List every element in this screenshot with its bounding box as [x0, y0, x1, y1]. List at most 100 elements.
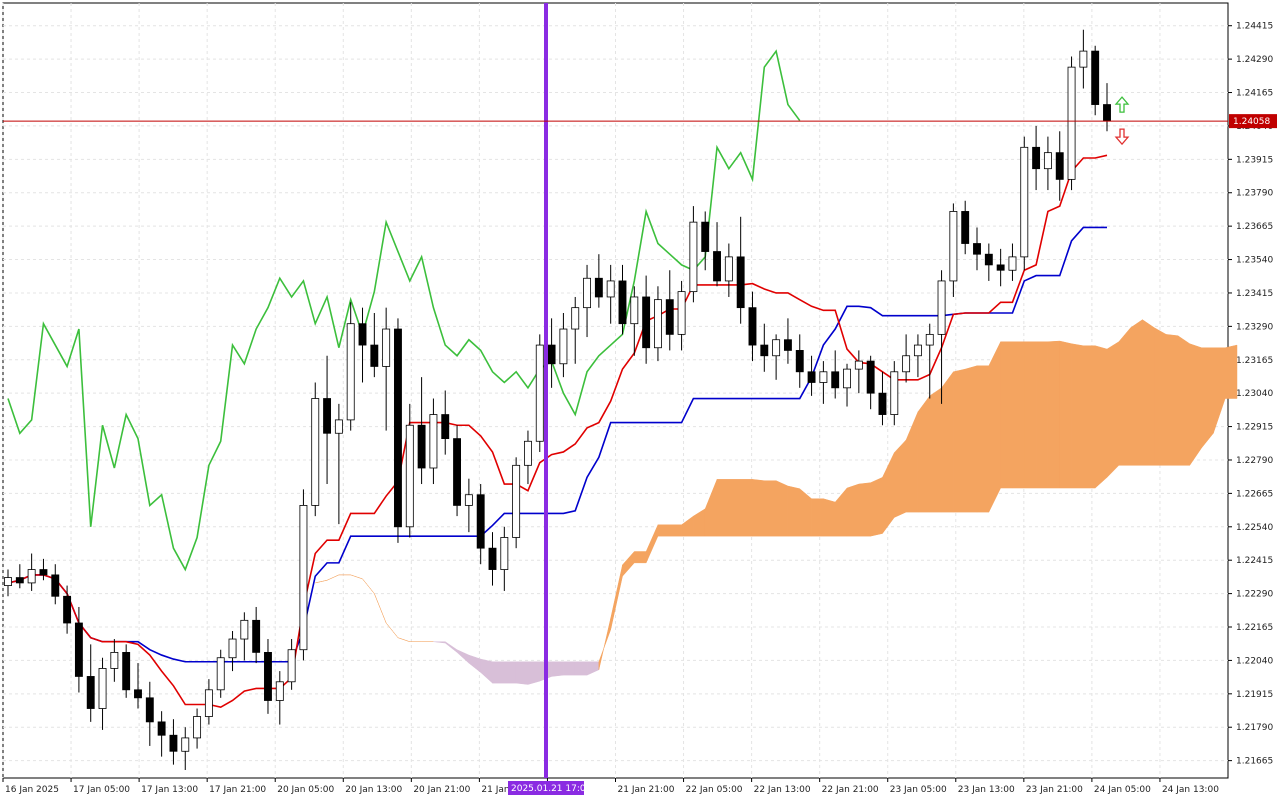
candle-body — [961, 211, 970, 244]
bullish-cloud-segment — [1201, 347, 1214, 449]
price-tick-label: 1.24290 — [1236, 55, 1273, 65]
price-tick-label: 1.24165 — [1236, 89, 1273, 99]
candle-body — [334, 419, 343, 434]
candle-body — [429, 414, 438, 469]
ichimoku-chart[interactable]: 1.244151.242901.241651.240401.239151.237… — [0, 0, 1280, 800]
candle-body — [216, 657, 225, 691]
candle — [1020, 136, 1029, 271]
candle-body — [783, 339, 792, 351]
candle-body — [902, 355, 911, 373]
bullish-cloud-segment — [894, 439, 907, 518]
candle-body — [74, 622, 83, 677]
bullish-cloud-segment — [929, 387, 942, 513]
bullish-cloud-segment — [976, 365, 990, 513]
candle-body — [134, 689, 142, 699]
candle-body — [98, 668, 107, 709]
price-tick-label: 1.23540 — [1236, 256, 1273, 266]
bullish-cloud-segment — [716, 479, 730, 537]
candle-body — [453, 438, 461, 506]
candle-body — [264, 651, 272, 701]
candle-body — [1043, 152, 1052, 170]
candle-body — [311, 398, 320, 506]
bullish-cloud-segment — [1000, 341, 1013, 489]
candle-body — [1008, 256, 1017, 271]
time-tick-label: 20 Jan 13:00 — [345, 785, 402, 795]
candle-body — [441, 414, 450, 440]
price-tick-label: 1.22915 — [1236, 423, 1273, 433]
candle-body — [252, 619, 261, 653]
candle-body — [795, 350, 804, 373]
candle-body — [701, 221, 710, 252]
candle-body — [807, 371, 816, 383]
candle — [122, 644, 131, 698]
time-tick-label: 20 Jan 05:00 — [277, 785, 334, 795]
bullish-cloud-segment — [752, 479, 765, 537]
candle — [299, 489, 308, 661]
bullish-cloud-segment — [1177, 335, 1190, 466]
time-tick-label: 20 Jan 21:00 — [413, 785, 470, 795]
candle-body — [973, 243, 981, 255]
bullish-cloud-segment — [787, 485, 801, 537]
time-tick-label: 22 Jan 05:00 — [686, 785, 743, 795]
candle-body — [323, 398, 332, 434]
bullish-cloud-segment — [858, 482, 871, 537]
candle-body — [772, 339, 781, 357]
price-tick-label: 1.23165 — [1236, 356, 1273, 366]
price-tick-label: 1.22290 — [1236, 590, 1273, 600]
candle-body — [524, 440, 532, 466]
candle-body — [583, 277, 591, 309]
candle-body — [1020, 146, 1029, 258]
time-tick-label: 17 Jan 13:00 — [141, 785, 198, 795]
bullish-cloud-segment — [1142, 319, 1155, 466]
candle-body — [488, 547, 497, 570]
bullish-cloud-segment — [1130, 319, 1143, 466]
candle-body — [1032, 146, 1041, 170]
candle-body — [594, 277, 603, 298]
time-tick-label: 24 Jan 05:00 — [1094, 785, 1151, 795]
candle-body — [535, 344, 544, 442]
candle — [535, 334, 544, 452]
bullish-cloud-segment — [941, 371, 954, 513]
candle-body — [606, 280, 615, 298]
candle-body — [1103, 104, 1111, 121]
bearish-cloud-segment — [492, 661, 505, 684]
time-tick-label: 24 Jan 13:00 — [1162, 785, 1219, 795]
candle-body — [984, 253, 993, 266]
bullish-cloud-segment — [964, 365, 978, 513]
bearish-cloud-segment — [574, 661, 588, 676]
price-tick-label: 1.21665 — [1236, 757, 1273, 767]
candle — [311, 382, 320, 517]
bullish-cloud-segment — [1083, 345, 1096, 489]
candle-body — [358, 323, 367, 346]
candle-body — [724, 256, 733, 282]
candle-body — [630, 296, 639, 325]
candle-body — [618, 280, 627, 325]
bullish-cloud-segment — [917, 395, 930, 513]
candle-body — [86, 676, 95, 709]
bullish-cloud-segment — [1106, 341, 1120, 478]
price-tick-label: 1.22165 — [1236, 623, 1273, 633]
candle-body — [299, 505, 308, 651]
candle-body — [181, 737, 190, 752]
candle-body — [27, 569, 36, 584]
candle-body — [512, 464, 521, 538]
price-tick-label: 1.23290 — [1236, 322, 1273, 332]
price-tick-label: 1.22415 — [1236, 556, 1273, 566]
time-tick-label: 23 Jan 13:00 — [958, 785, 1015, 795]
candle-body — [642, 296, 651, 349]
bullish-cloud-segment — [1118, 327, 1131, 466]
bullish-cloud-segment — [1189, 343, 1202, 467]
candle — [394, 318, 402, 543]
candle-body — [287, 649, 296, 683]
time-tick-label: 22 Jan 13:00 — [754, 785, 811, 795]
bullish-cloud-segment — [953, 368, 966, 513]
bullish-cloud-segment — [1094, 345, 1108, 489]
candle-body — [15, 577, 24, 584]
candle — [1067, 56, 1076, 191]
candle-body — [228, 638, 237, 659]
bullish-cloud-segment — [1165, 334, 1179, 466]
price-tick-label: 1.23040 — [1236, 389, 1273, 399]
candle-body — [1079, 50, 1088, 68]
candle-body — [996, 264, 1005, 271]
candle-body — [145, 697, 154, 723]
